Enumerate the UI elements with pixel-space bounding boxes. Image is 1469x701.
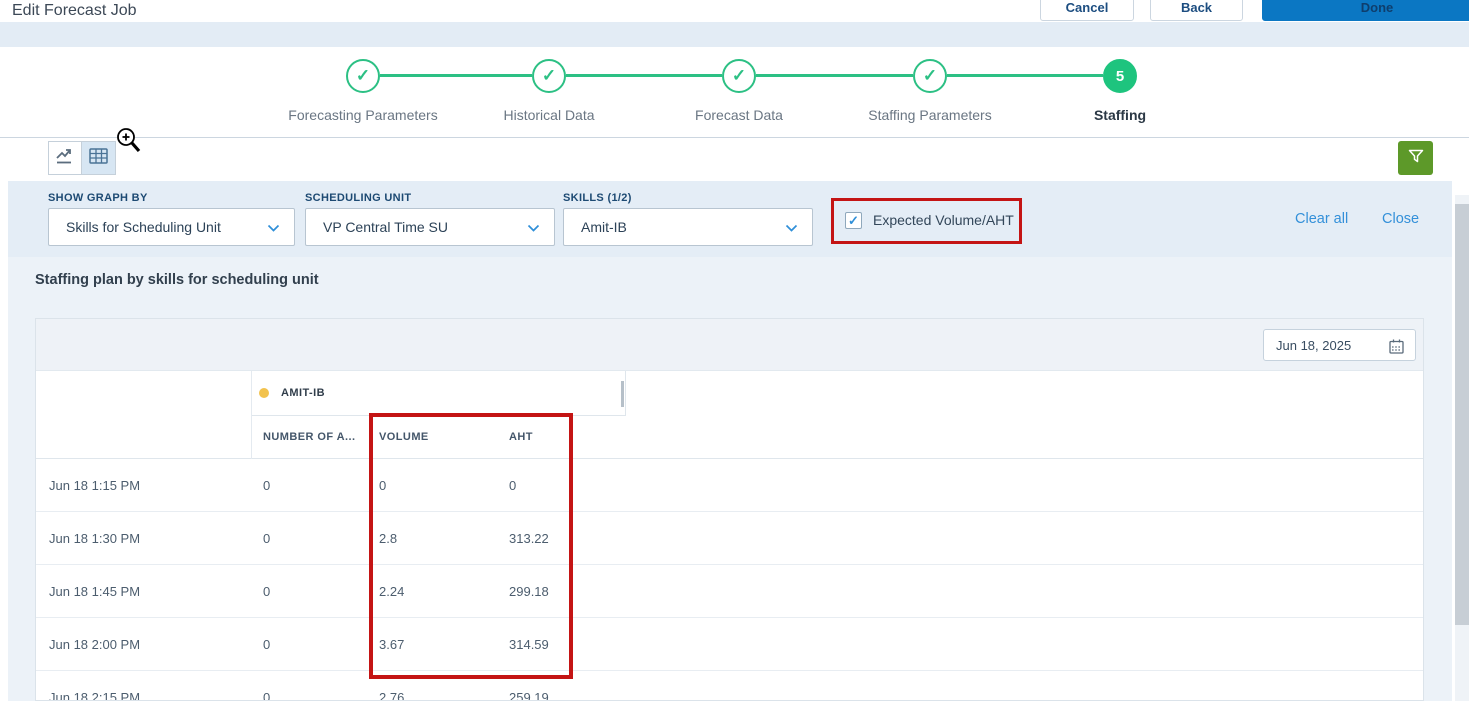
step-connector: [947, 74, 1103, 77]
scheduling-unit-value: VP Central Time SU: [323, 219, 449, 235]
column-resize-handle[interactable]: [621, 381, 624, 407]
zoom-in-cursor-icon: [114, 125, 144, 160]
table-grid-icon: [89, 147, 108, 169]
edit-forecast-job-screen: Edit Forecast Job Cancel Back Done ✓ ✓ ✓…: [0, 0, 1469, 701]
done-button[interactable]: Done: [1262, 0, 1469, 21]
section-title: Staffing plan by skills for scheduling u…: [35, 272, 319, 288]
vertical-scrollbar-thumb[interactable]: [1455, 204, 1469, 625]
skills-value: Amit-IB: [581, 219, 627, 235]
table-row: Jun 18 2:15 PM 0 2.76 259.19: [36, 671, 1423, 701]
table-row: Jun 18 1:30 PM 0 2.8 313.22: [36, 512, 1423, 565]
cell-number-of-agents: 0: [263, 637, 271, 652]
date-value: Jun 18, 2025: [1276, 337, 1352, 353]
close-link[interactable]: Close: [1382, 211, 1419, 227]
cell-time: Jun 18 1:15 PM: [49, 478, 141, 493]
cell-time: Jun 18 2:15 PM: [49, 690, 141, 701]
skill-group-name: AMIT-IB: [281, 387, 326, 399]
table-view-button[interactable]: [82, 141, 116, 175]
table-row: Jun 18 1:15 PM 0 0 0: [36, 459, 1423, 512]
table-row: Jun 18 1:45 PM 0 2.24 299.18: [36, 565, 1423, 618]
column-header-number-of-agents: NUMBER OF A...: [263, 431, 356, 443]
header-divider-band: [0, 22, 1469, 47]
show-graph-by-label: SHOW GRAPH BY: [48, 192, 148, 204]
step-2-circle[interactable]: ✓: [532, 59, 566, 93]
back-button[interactable]: Back: [1150, 0, 1243, 21]
step-label-historical-data[interactable]: Historical Data: [439, 107, 659, 123]
step-connector: [756, 74, 913, 77]
annotation-box-volume-aht-columns: [369, 413, 573, 679]
cancel-button[interactable]: Cancel: [1040, 0, 1134, 21]
scheduling-unit-select[interactable]: VP Central Time SU: [305, 208, 555, 246]
step-label-staffing[interactable]: Staffing: [1010, 107, 1230, 123]
staffing-plan-table: Jun 18, 2025 AMIT-IB NUMBER OF A... VOLU…: [35, 318, 1424, 701]
step-number: 5: [1115, 67, 1125, 85]
step-label-forecast-data[interactable]: Forecast Data: [629, 107, 849, 123]
table-date-band: [36, 319, 1423, 371]
date-picker[interactable]: Jun 18, 2025: [1263, 329, 1416, 361]
step-3-circle[interactable]: ✓: [722, 59, 756, 93]
check-icon: ✓: [541, 66, 557, 85]
show-graph-by-value: Skills for Scheduling Unit: [66, 219, 221, 235]
chart-view-button[interactable]: [48, 141, 82, 175]
funnel-icon: [1406, 146, 1426, 171]
skill-color-dot: [259, 388, 269, 398]
view-toolbar: [0, 128, 1469, 181]
check-icon: ✓: [731, 66, 747, 85]
scheduling-unit-label: SCHEDULING UNIT: [305, 192, 412, 204]
step-4-circle[interactable]: ✓: [913, 59, 947, 93]
title-bar: Edit Forecast Job Cancel Back Done: [0, 0, 1469, 22]
cell-number-of-agents: 0: [263, 584, 271, 599]
wizard-stepper: ✓ ✓ ✓ ✓ 5 Forecasting Parameters Histori…: [0, 47, 1469, 138]
cell-time: Jun 18 2:00 PM: [49, 637, 141, 652]
step-1-circle[interactable]: ✓: [346, 59, 380, 93]
check-icon: ✓: [922, 66, 938, 85]
annotation-box-checkbox: [831, 198, 1022, 244]
show-graph-by-select[interactable]: Skills for Scheduling Unit: [48, 208, 295, 246]
step-connector: [380, 74, 532, 77]
step-5-circle[interactable]: 5: [1103, 59, 1137, 93]
chevron-down-icon: [267, 224, 280, 232]
clear-all-link[interactable]: Clear all: [1295, 211, 1348, 227]
cell-number-of-agents: 0: [263, 478, 271, 493]
line-chart-icon: [55, 147, 75, 170]
cell-number-of-agents: 0: [263, 531, 271, 546]
calendar-icon: [1389, 339, 1404, 354]
cell-number-of-agents: 0: [263, 690, 271, 701]
check-icon: ✓: [355, 66, 371, 85]
filter-button[interactable]: [1398, 141, 1433, 175]
step-connector: [566, 74, 722, 77]
chevron-down-icon: [785, 224, 798, 232]
skill-group-header: AMIT-IB: [251, 371, 626, 416]
skills-label: SKILLS (1/2): [563, 192, 632, 204]
cell-time: Jun 18 1:45 PM: [49, 584, 141, 599]
chevron-down-icon: [527, 224, 540, 232]
skills-select[interactable]: Amit-IB: [563, 208, 813, 246]
page-title: Edit Forecast Job: [12, 2, 137, 19]
table-row: Jun 18 2:00 PM 0 3.67 314.59: [36, 618, 1423, 671]
step-label-staffing-parameters[interactable]: Staffing Parameters: [820, 107, 1040, 123]
view-toggle-group: [48, 141, 116, 175]
column-header-row: NUMBER OF A... VOLUME AHT: [36, 416, 1423, 459]
cell-time: Jun 18 1:30 PM: [49, 531, 141, 546]
